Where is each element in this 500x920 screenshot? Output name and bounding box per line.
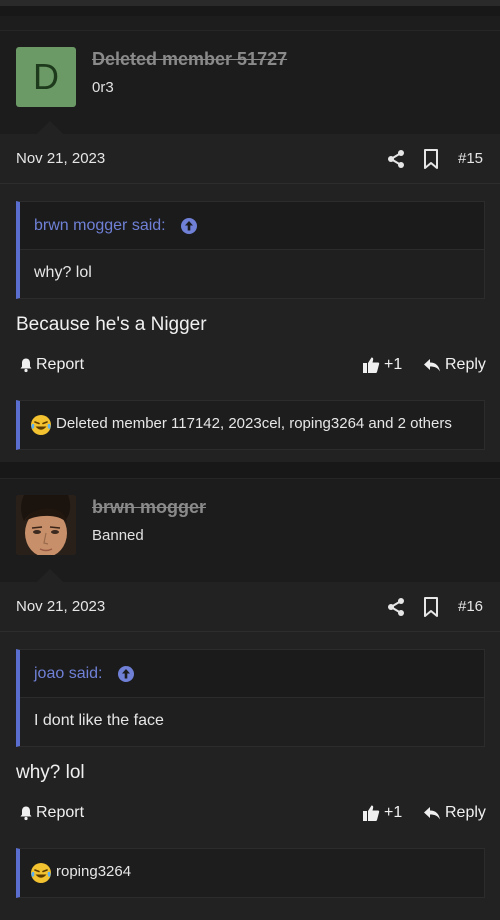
top-bar bbox=[0, 0, 500, 6]
report-button[interactable]: Report bbox=[18, 356, 84, 374]
bell-icon bbox=[20, 358, 32, 373]
quote-header: joao said: bbox=[20, 650, 484, 698]
avatar[interactable] bbox=[16, 495, 76, 555]
arrow-up-circle-icon[interactable] bbox=[180, 217, 198, 235]
quote-header: brwn mogger said: bbox=[20, 202, 484, 250]
user-photo bbox=[16, 495, 76, 555]
quote-author[interactable]: brwn mogger said: bbox=[34, 217, 166, 235]
user-title: Banned bbox=[92, 527, 144, 544]
post-message: why? lol bbox=[16, 762, 85, 783]
report-label: Report bbox=[36, 804, 85, 821]
post-date[interactable]: Nov 21, 2023 bbox=[16, 150, 105, 167]
thumbs-up-icon bbox=[363, 805, 380, 821]
share-icon[interactable] bbox=[386, 149, 406, 169]
post-date[interactable]: Nov 21, 2023 bbox=[16, 598, 105, 615]
avatar[interactable]: D bbox=[16, 47, 76, 107]
quote-text: I dont like the face bbox=[34, 712, 164, 729]
quote-block: brwn mogger said: why? lol bbox=[16, 201, 485, 299]
bookmark-icon[interactable] bbox=[422, 148, 440, 170]
post-header: D Deleted member 51727 0r3 bbox=[0, 30, 500, 135]
post-actions: Report +1 Reply bbox=[0, 798, 500, 834]
reply-arrow-icon bbox=[424, 807, 440, 820]
like-button[interactable]: +1 bbox=[362, 356, 402, 374]
top-strip bbox=[0, 16, 500, 30]
thumbs-up-icon bbox=[363, 357, 380, 373]
share-icon[interactable] bbox=[386, 597, 406, 617]
reply-arrow-icon bbox=[424, 359, 440, 372]
reactions-bar[interactable]: Deleted member 117142, 2023cel, roping32… bbox=[16, 400, 485, 450]
post: D Deleted member 51727 0r3 Nov 21, 2023 … bbox=[0, 30, 500, 462]
quote-text: why? lol bbox=[34, 264, 92, 281]
reactions-text[interactable]: Deleted member 117142, 2023cel, roping32… bbox=[56, 415, 452, 432]
username[interactable]: brwn mogger bbox=[92, 497, 206, 518]
arrow-up-circle-icon[interactable] bbox=[117, 665, 135, 683]
post-number[interactable]: #15 bbox=[458, 150, 483, 167]
user-title: 0r3 bbox=[92, 79, 114, 96]
laughing-crying-emoji-icon bbox=[31, 415, 51, 435]
post-number[interactable]: #16 bbox=[458, 598, 483, 615]
bell-icon bbox=[20, 806, 32, 821]
post-divider bbox=[0, 462, 500, 478]
reactions-text[interactable]: roping3264 bbox=[56, 863, 131, 880]
reply-button[interactable]: Reply bbox=[423, 804, 486, 822]
post-meta: Nov 21, 2023 #16 bbox=[0, 582, 500, 632]
quote-block: joao said: I dont like the face bbox=[16, 649, 485, 747]
post: brwn mogger Banned Nov 21, 2023 #16 joao… bbox=[0, 478, 500, 920]
like-count: +1 bbox=[384, 804, 403, 821]
post-actions: Report +1 Reply bbox=[0, 350, 500, 386]
reply-label: Reply bbox=[445, 356, 486, 373]
bookmark-icon[interactable] bbox=[422, 596, 440, 618]
laughing-crying-emoji-icon bbox=[31, 863, 51, 883]
header-pointer bbox=[36, 121, 64, 135]
like-button[interactable]: +1 bbox=[362, 804, 402, 822]
reactions-bar[interactable]: roping3264 bbox=[16, 848, 485, 898]
post-message: Because he's a Nigger bbox=[16, 314, 207, 335]
reply-button[interactable]: Reply bbox=[423, 356, 486, 374]
post-meta: Nov 21, 2023 #15 bbox=[0, 134, 500, 184]
reply-label: Reply bbox=[445, 804, 486, 821]
username[interactable]: Deleted member 51727 bbox=[92, 49, 287, 70]
report-label: Report bbox=[36, 356, 85, 373]
post-header: brwn mogger Banned bbox=[0, 478, 500, 583]
header-pointer bbox=[36, 569, 64, 583]
quote-author[interactable]: joao said: bbox=[34, 665, 103, 683]
like-count: +1 bbox=[384, 356, 403, 373]
post-body: Nov 21, 2023 #16 joao said: I dont like … bbox=[0, 582, 500, 920]
report-button[interactable]: Report bbox=[18, 804, 84, 822]
post-body: Nov 21, 2023 #15 brwn mogger said: why? … bbox=[0, 134, 500, 462]
